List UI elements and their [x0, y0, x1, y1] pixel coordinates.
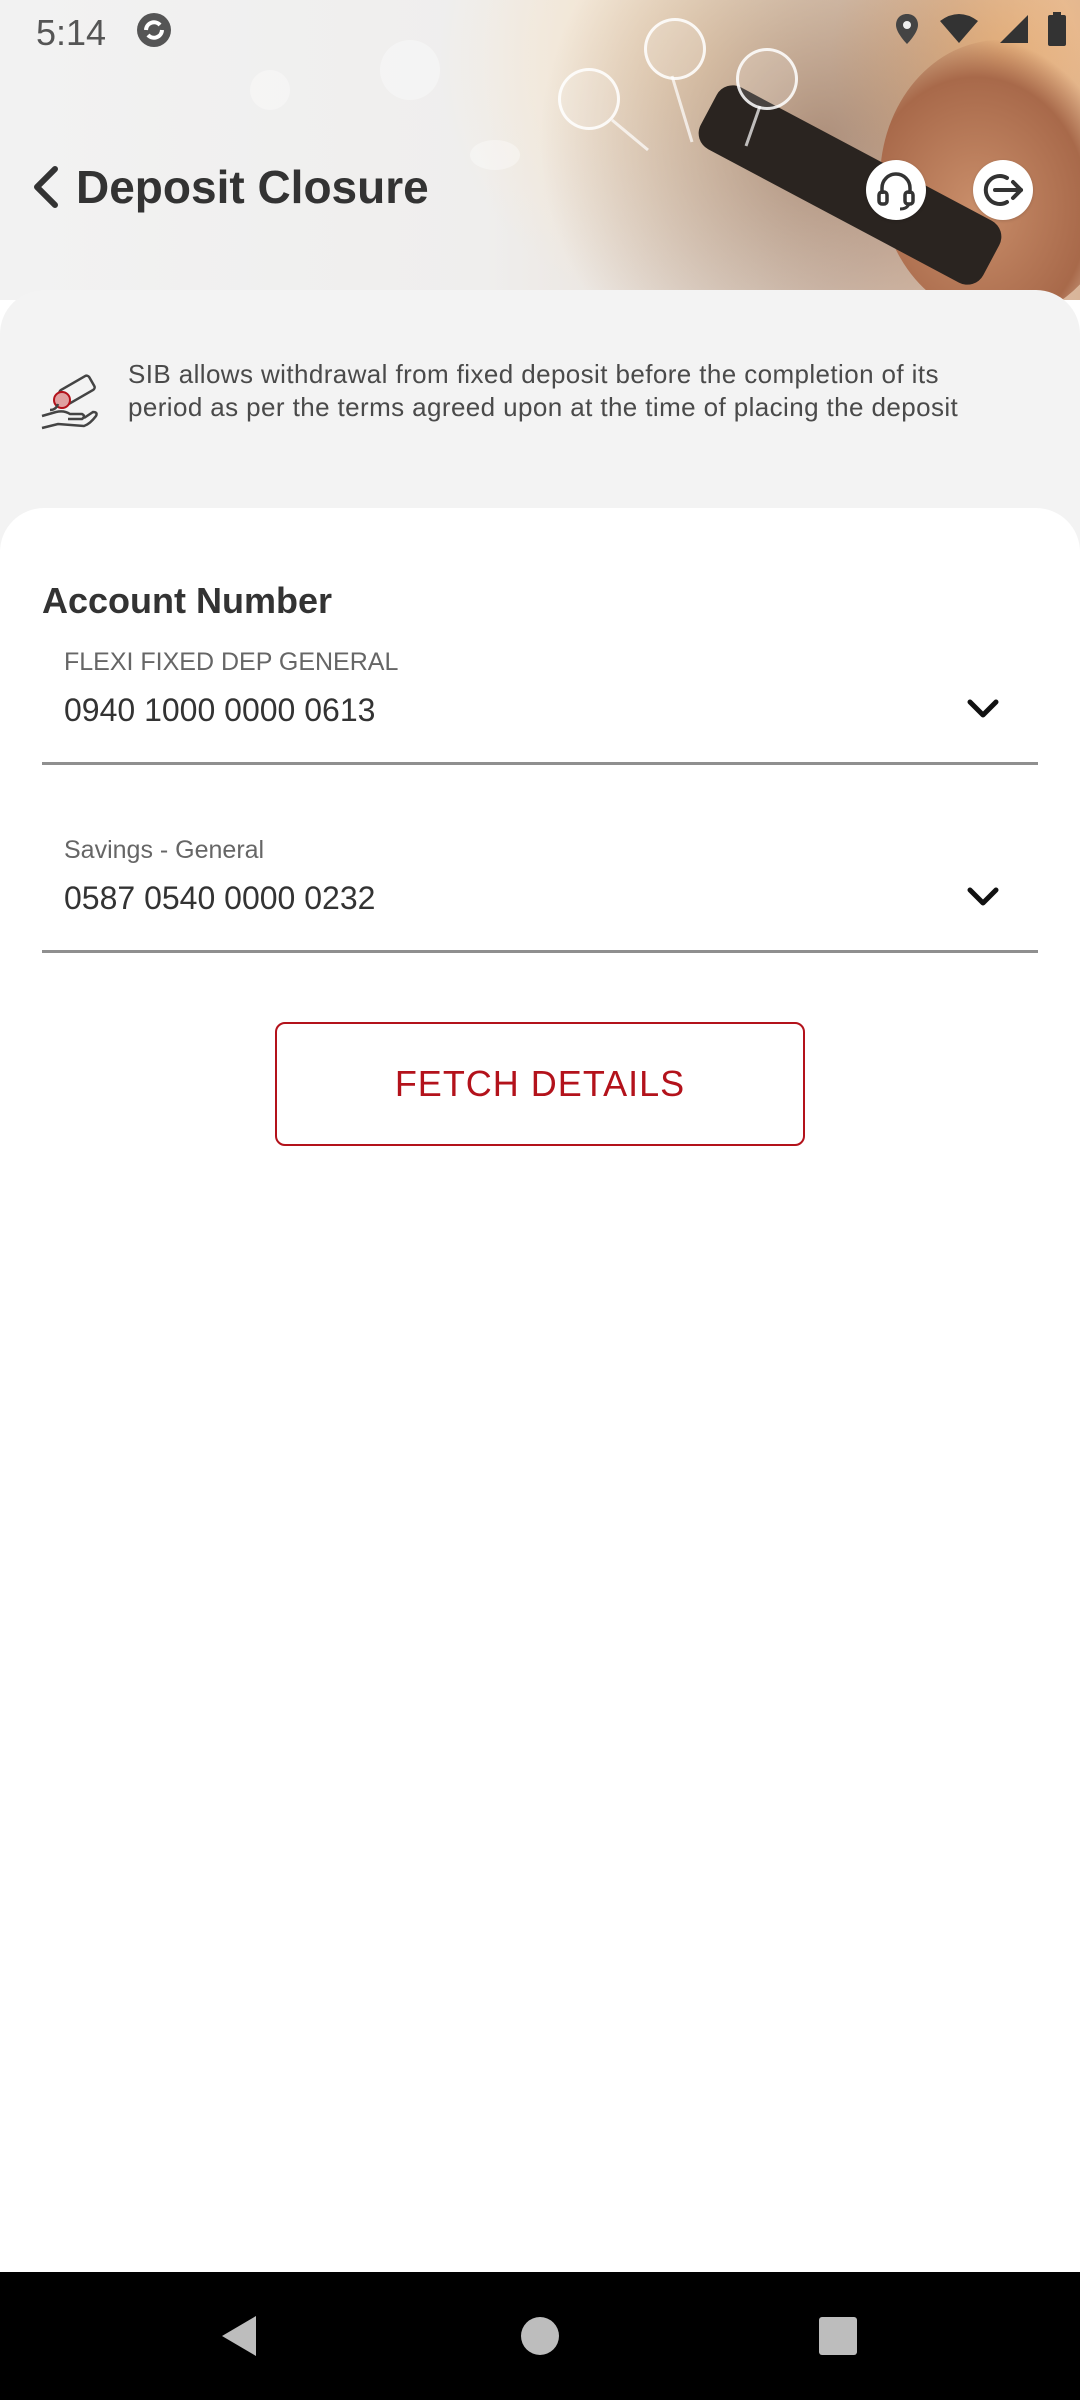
deposit-account-label: FLEXI FIXED DEP GENERAL — [64, 648, 399, 676]
status-bar: 5:14 — [0, 0, 1080, 64]
nav-back-button[interactable] — [208, 2306, 268, 2366]
account-number-title: Account Number — [42, 580, 333, 621]
circle-home-icon — [521, 2317, 559, 2355]
credit-account-value: 0587 0540 0000 0232 — [64, 880, 376, 916]
wifi-icon — [940, 14, 978, 43]
chevron-down-icon — [967, 699, 999, 718]
credit-account-dropdown[interactable]: Savings - General 0587 0540 0000 0232 — [42, 828, 1038, 953]
square-recents-icon — [819, 2317, 857, 2355]
back-button[interactable] — [28, 162, 64, 212]
headset-icon — [877, 172, 915, 211]
hand-money-icon — [41, 374, 98, 430]
deposit-account-value: 0940 1000 0000 0613 — [64, 692, 376, 728]
nav-recents-button[interactable] — [808, 2306, 868, 2366]
nav-home-button[interactable] — [510, 2306, 570, 2366]
header-title-row: Deposit Closure — [28, 160, 429, 214]
fetch-details-button[interactable]: FETCH DETAILS — [275, 1022, 805, 1146]
content-card: Account Number FLEXI FIXED DEP GENERAL 0… — [0, 508, 1080, 2272]
logout-icon — [983, 174, 1023, 206]
sync-icon — [137, 13, 171, 47]
signal-icon — [1000, 15, 1028, 43]
deposit-account-dropdown[interactable]: FLEXI FIXED DEP GENERAL 0940 1000 0000 0… — [42, 640, 1038, 765]
battery-icon — [1048, 12, 1066, 46]
chevron-down-icon — [967, 887, 999, 906]
support-button[interactable] — [866, 160, 926, 220]
credit-account-label: Savings - General — [64, 836, 265, 864]
logout-button[interactable] — [973, 160, 1033, 220]
status-time: 5:14 — [36, 12, 107, 53]
page-title: Deposit Closure — [76, 161, 429, 213]
location-icon — [896, 14, 918, 44]
info-text: SIB allows withdrawal from fixed deposit… — [128, 359, 959, 422]
triangle-back-icon — [222, 2316, 256, 2356]
chevron-left-icon — [34, 166, 58, 208]
system-nav-bar — [0, 2272, 1080, 2400]
